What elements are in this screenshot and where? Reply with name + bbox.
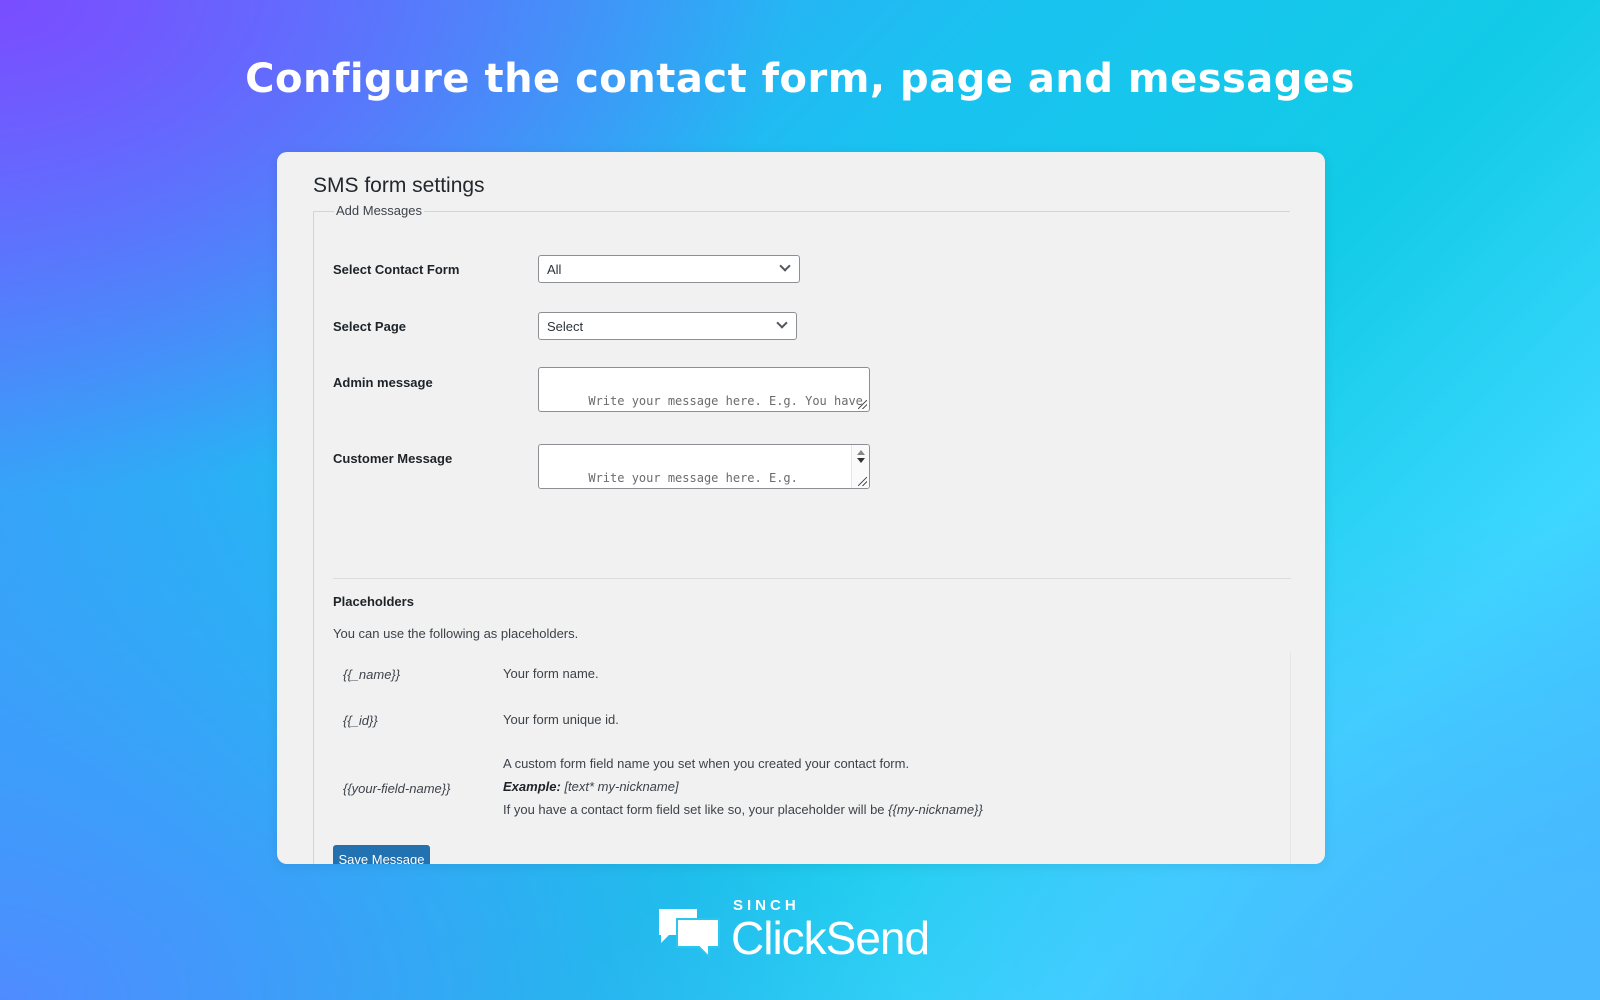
scroll-down-icon[interactable] [857, 458, 865, 463]
logo-word-send: Send [825, 912, 930, 964]
admin-message-placeholder: Write your message here. E.g. You have a… [588, 394, 863, 408]
fieldset-legend: Add Messages [334, 203, 424, 218]
contact-form-select[interactable]: All [538, 255, 800, 283]
placeholder-key: {{your-field-name}} [343, 781, 451, 796]
contact-form-label: Select Contact Form [333, 262, 460, 277]
admin-message-textarea[interactable]: Write your message here. E.g. You have a… [538, 367, 870, 412]
settings-panel: SMS form settings Add Messages Select Co… [277, 152, 1325, 864]
page-select[interactable]: Select [538, 312, 797, 340]
contact-form-select-value: All [547, 262, 562, 277]
admin-message-label: Admin message [333, 375, 433, 390]
page-headline: Configure the contact form, page and mes… [245, 56, 1355, 102]
resize-grip-icon[interactable] [858, 477, 867, 486]
placeholder-line: A custom form field name you set when yo… [503, 756, 910, 771]
placeholder-value: Your form name. [503, 666, 599, 681]
section-divider [333, 578, 1291, 579]
customer-message-textarea[interactable]: Write your message here. E.g. Thanks for… [538, 444, 870, 489]
resize-grip-icon[interactable] [858, 400, 867, 409]
add-messages-fieldset: Add Messages Select Contact Form All Sel… [313, 203, 1291, 864]
page-title: SMS form settings [313, 174, 485, 197]
scroll-up-icon[interactable] [857, 450, 865, 455]
placeholder-line-prefix: If you have a contact form field set lik… [503, 802, 885, 817]
example-label: Example: [503, 779, 561, 794]
customer-message-placeholder: Write your message here. E.g. Thanks for… [588, 471, 798, 485]
chat-bubbles-icon [659, 909, 720, 959]
page-select-value: Select [547, 319, 584, 334]
chevron-down-icon [779, 260, 791, 272]
example-value: [text* my-nickname] [564, 779, 679, 794]
placeholder-line-value: {{my-nickname}} [888, 802, 983, 817]
placeholders-table: {{_name}} Your form name. {{_id}} Your f… [333, 652, 1291, 864]
chevron-down-icon [776, 317, 788, 329]
logo-word-click: Click [731, 912, 827, 964]
save-message-button[interactable]: Save Message [333, 845, 430, 864]
placeholder-example-line: Example: [text* my-nickname] [503, 775, 983, 798]
clicksend-logo: SINCH ClickSend [655, 897, 955, 964]
placeholder-key: {{_id}} [343, 713, 378, 728]
placeholders-title: Placeholders [333, 594, 414, 609]
placeholder-line: If you have a contact form field set lik… [503, 798, 983, 821]
placeholder-key: {{_name}} [343, 667, 401, 682]
logo-wordmark: ClickSend [731, 911, 930, 965]
page-label: Select Page [333, 319, 406, 334]
placeholder-value: Your form unique id. [503, 712, 619, 727]
placeholder-value-multiline: A custom form field name you set when yo… [503, 752, 983, 821]
placeholders-description: You can use the following as placeholder… [333, 626, 579, 641]
customer-message-label: Customer Message [333, 451, 453, 466]
